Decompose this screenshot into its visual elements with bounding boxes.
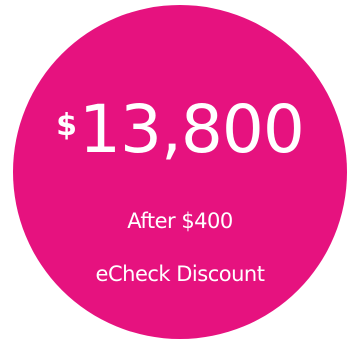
discount-caption-line-1: After $400 bbox=[127, 209, 233, 233]
discount-caption-line-2: eCheck Discount bbox=[95, 262, 265, 286]
price-amount: 13,800 bbox=[78, 91, 305, 168]
price-badge: $13,800 After $400 eCheck Discount bbox=[13, 5, 347, 339]
currency-symbol: $ bbox=[56, 108, 77, 143]
price: $13,800 bbox=[13, 97, 347, 163]
